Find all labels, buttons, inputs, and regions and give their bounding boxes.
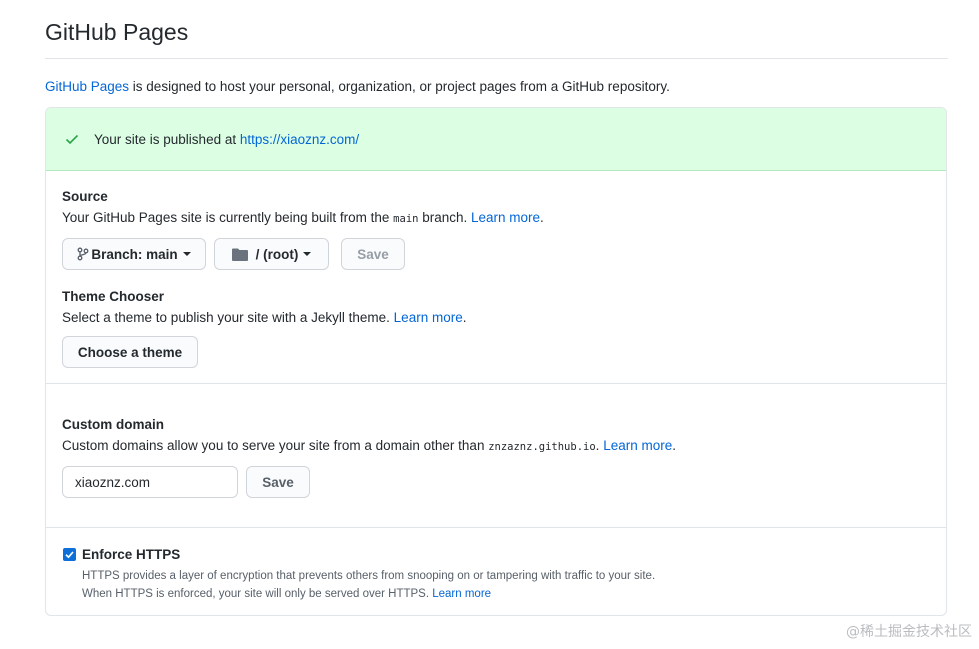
- custom-domain-label: Custom domain: [62, 417, 165, 432]
- source-note: Your GitHub Pages site is currently bein…: [62, 210, 544, 225]
- theme-section: Theme Chooser Select a theme to publish …: [62, 289, 930, 325]
- branch-code: main: [393, 213, 419, 225]
- pages-settings-box: Your site is published at https://xiaozn…: [45, 107, 947, 616]
- https-description: HTTPS provides a layer of encryption tha…: [82, 567, 655, 603]
- checkmark-icon: [65, 551, 74, 559]
- source-note-text: Your GitHub Pages site is currently bein…: [62, 210, 394, 225]
- domain-save-button[interactable]: Save: [246, 466, 310, 498]
- published-text: Your site is published at: [94, 131, 237, 147]
- folder-select-label: / (root): [255, 246, 299, 262]
- check-icon: [65, 134, 79, 145]
- section-divider: [46, 527, 946, 528]
- domain-learn-more-link[interactable]: Learn more: [603, 438, 672, 453]
- watermark: @稀土掘金技术社区: [846, 624, 972, 640]
- default-domain-code: znzaznz.github.io: [488, 441, 596, 453]
- choose-theme-button[interactable]: Choose a theme: [62, 336, 198, 368]
- page-title: GitHub Pages: [45, 19, 189, 45]
- source-label: Source: [62, 189, 108, 204]
- theme-learn-more-link[interactable]: Learn more: [394, 310, 463, 325]
- intro-description: is designed to host your personal, organ…: [129, 79, 670, 94]
- github-pages-link[interactable]: GitHub Pages: [45, 79, 129, 94]
- chevron-down-icon: [182, 252, 191, 256]
- enforce-https-checkbox[interactable]: [63, 548, 76, 561]
- folder-select-button[interactable]: / (root): [214, 238, 329, 270]
- section-divider: [46, 383, 946, 384]
- source-note-text-2: branch.: [418, 210, 471, 225]
- https-learn-more-link[interactable]: Learn more: [432, 588, 491, 600]
- https-description-text: When HTTPS is enforced, your site will o…: [82, 588, 433, 600]
- theme-label: Theme Chooser: [62, 289, 165, 304]
- branch-select-label: Branch: main: [91, 246, 178, 262]
- source-section: Source Your GitHub Pages site is current…: [62, 189, 930, 225]
- custom-domain-note-text: Custom domains allow you to serve your s…: [62, 438, 489, 453]
- intro-text: GitHub Pages is designed to host your pe…: [45, 79, 670, 94]
- published-flash: Your site is published at https://xiaozn…: [46, 108, 946, 171]
- custom-domain-section: Custom domain Custom domains allow you t…: [62, 417, 930, 453]
- branch-select-button[interactable]: Branch: main: [62, 238, 206, 270]
- custom-domain-note: Custom domains allow you to serve your s…: [62, 438, 676, 453]
- folder-icon: [231, 248, 248, 261]
- git-branch-icon: [77, 247, 89, 261]
- custom-domain-input[interactable]: [62, 466, 238, 498]
- theme-note: Select a theme to publish your site with…: [62, 310, 467, 325]
- https-description-line2: When HTTPS is enforced, your site will o…: [82, 585, 655, 603]
- https-description-line1: HTTPS provides a layer of encryption tha…: [82, 570, 656, 582]
- title-divider: [45, 58, 948, 59]
- source-save-button[interactable]: Save: [341, 238, 405, 270]
- theme-note-text: Select a theme to publish your site with…: [62, 310, 394, 325]
- source-learn-more-link[interactable]: Learn more: [471, 210, 540, 225]
- enforce-https-label[interactable]: Enforce HTTPS: [82, 547, 180, 562]
- published-url-link[interactable]: https://xiaoznz.com/: [240, 132, 359, 147]
- chevron-down-icon: [303, 252, 312, 256]
